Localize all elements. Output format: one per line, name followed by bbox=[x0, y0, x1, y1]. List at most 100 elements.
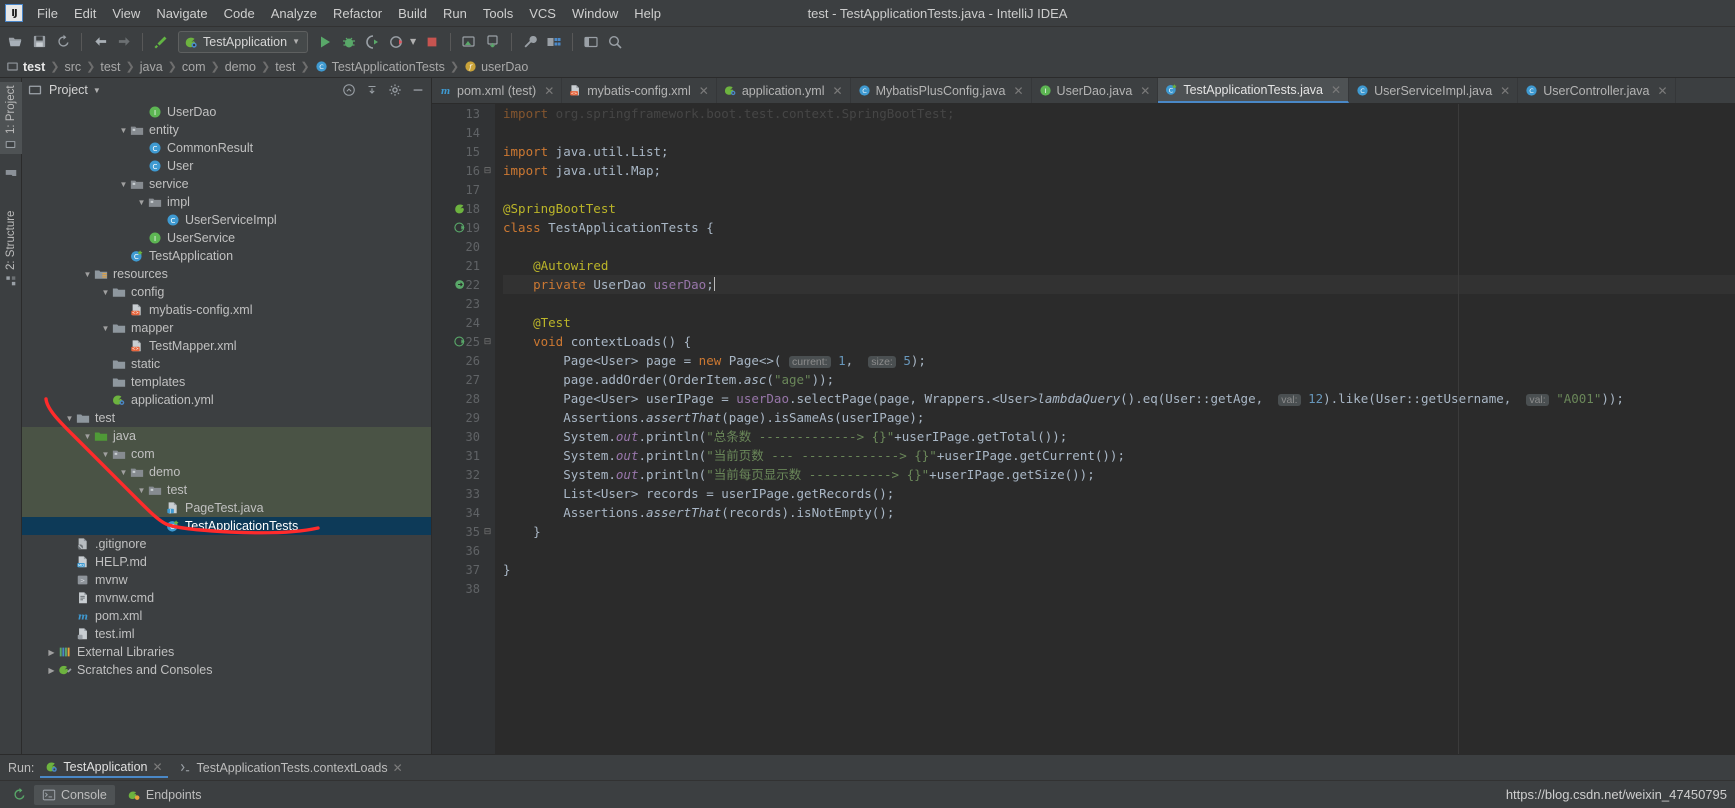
spring-leaf-icon[interactable] bbox=[453, 201, 467, 215]
commit-icon[interactable] bbox=[482, 31, 504, 53]
editor-tab-testapplicationtests-java[interactable]: C TestApplicationTests.java ✕ bbox=[1158, 78, 1350, 103]
back-arrow-icon[interactable] bbox=[89, 31, 111, 53]
tree-node-scratches-and-consoles[interactable]: ▶ Scratches and Consoles bbox=[22, 661, 431, 679]
chevron-down-icon[interactable]: ▼ bbox=[136, 485, 147, 496]
build-hammer-icon[interactable] bbox=[150, 31, 172, 53]
layout-icon[interactable] bbox=[580, 31, 602, 53]
chevron-down-icon[interactable]: ▼ bbox=[64, 413, 75, 424]
breadcrumb-item-src[interactable]: src bbox=[64, 60, 81, 74]
breadcrumb-item-userdao[interactable]: f userDao bbox=[464, 60, 528, 74]
chevron-down-icon[interactable]: ▼ bbox=[136, 197, 147, 208]
editor-tab-userserviceimpl-java[interactable]: C UserServiceImpl.java ✕ bbox=[1349, 78, 1519, 103]
tree-node-userservice[interactable]: I UserService bbox=[22, 229, 431, 247]
tree-node-demo[interactable]: ▼ demo bbox=[22, 463, 431, 481]
update-project-icon[interactable] bbox=[458, 31, 480, 53]
close-icon[interactable]: ✕ bbox=[1331, 83, 1341, 97]
tree-node--gitignore[interactable]: .gitignore bbox=[22, 535, 431, 553]
menu-view[interactable]: View bbox=[104, 3, 148, 24]
wrench-settings-icon[interactable] bbox=[519, 31, 541, 53]
gear-icon[interactable] bbox=[386, 81, 404, 99]
tree-node-resources[interactable]: ▼ resources bbox=[22, 265, 431, 283]
profiler-dropdown-icon[interactable]: ▼ bbox=[410, 37, 416, 46]
chevron-down-icon[interactable]: ▼ bbox=[100, 323, 111, 334]
favorites-icon[interactable] bbox=[0, 160, 22, 186]
close-icon[interactable]: ✕ bbox=[833, 84, 843, 98]
breadcrumb-item-test[interactable]: test bbox=[100, 60, 120, 74]
menu-file[interactable]: File bbox=[29, 3, 66, 24]
fold-marker-25[interactable]: ⊟ bbox=[484, 332, 495, 351]
hide-icon[interactable] bbox=[409, 81, 427, 99]
chevron-down-icon[interactable]: ▼ bbox=[118, 125, 129, 136]
run-with-coverage-icon[interactable] bbox=[362, 31, 384, 53]
close-icon[interactable]: ✕ bbox=[1658, 84, 1668, 98]
tree-node-user[interactable]: C User bbox=[22, 157, 431, 175]
sidebar-item-project[interactable]: 1: Project bbox=[0, 82, 22, 154]
run-test-icon[interactable] bbox=[453, 220, 467, 234]
menu-help[interactable]: Help bbox=[626, 3, 669, 24]
close-icon[interactable]: ✕ bbox=[1500, 84, 1510, 98]
collapse-all-icon[interactable] bbox=[340, 81, 358, 99]
editor-tab-userdao-java[interactable]: I UserDao.java ✕ bbox=[1032, 78, 1159, 103]
run-icon[interactable] bbox=[314, 31, 336, 53]
chevron-down-icon[interactable]: ▼ bbox=[82, 431, 93, 442]
tree-node-test-iml[interactable]: test.iml bbox=[22, 625, 431, 643]
breadcrumb-item-demo[interactable]: demo bbox=[225, 60, 256, 74]
tree-node-test[interactable]: ▼ test bbox=[22, 481, 431, 499]
chevron-down-icon[interactable]: ▼ bbox=[292, 37, 300, 46]
tree-node-test[interactable]: ▼ test bbox=[22, 409, 431, 427]
tree-node-templates[interactable]: templates bbox=[22, 373, 431, 391]
code-editor[interactable]: 13 14 15 16 17 18 19 20 21 22 23 24 25 26 27 28 29 30 31 32… bbox=[432, 104, 1735, 754]
project-chevron-down-icon[interactable]: ▼ bbox=[93, 86, 101, 95]
editor-tab-mybatisplusconfig-java[interactable]: C MybatisPlusConfig.java ✕ bbox=[851, 78, 1032, 103]
tree-node-com[interactable]: ▼ com bbox=[22, 445, 431, 463]
fold-column[interactable]: ⊟ ⊟ ⊟ bbox=[484, 104, 495, 754]
breadcrumb-item-java[interactable]: java bbox=[140, 60, 163, 74]
tree-node-testapplicationtests[interactable]: C TestApplicationTests bbox=[22, 517, 431, 535]
fold-marker-35[interactable]: ⊟ bbox=[484, 522, 495, 541]
tree-node-mybatis-config-xml[interactable]: <> mybatis-config.xml bbox=[22, 301, 431, 319]
search-everywhere-icon[interactable] bbox=[604, 31, 626, 53]
tree-node-pagetest-java[interactable]: J PageTest.java bbox=[22, 499, 431, 517]
chevron-down-icon[interactable]: ▼ bbox=[82, 269, 93, 280]
editor-tab-mybatis-config-xml[interactable]: <> mybatis-config.xml ✕ bbox=[562, 78, 717, 103]
menu-code[interactable]: Code bbox=[216, 3, 263, 24]
menu-window[interactable]: Window bbox=[564, 3, 626, 24]
close-icon[interactable]: ✕ bbox=[1013, 84, 1023, 98]
chevron-down-icon[interactable]: ▼ bbox=[118, 179, 129, 190]
profiler-icon[interactable] bbox=[386, 31, 408, 53]
editor-tab-pom-xml-test-[interactable]: m pom.xml (test) ✕ bbox=[432, 78, 563, 103]
editor-tab-application-yml[interactable]: application.yml ✕ bbox=[717, 78, 851, 103]
tree-node-testmapper-xml[interactable]: <> TestMapper.xml bbox=[22, 337, 431, 355]
tree-node-mapper[interactable]: ▼ mapper bbox=[22, 319, 431, 337]
project-structure-icon[interactable] bbox=[543, 31, 565, 53]
tree-node-help-md[interactable]: MD HELP.md bbox=[22, 553, 431, 571]
tree-node-service[interactable]: ▼ service bbox=[22, 175, 431, 193]
sidebar-item-structure[interactable]: 2: Structure bbox=[0, 198, 22, 290]
run-tab-testapplication[interactable]: TestApplication ✕ bbox=[40, 758, 168, 778]
breadcrumb-item-test[interactable]: test bbox=[275, 60, 295, 74]
breadcrumb-item-com[interactable]: com bbox=[182, 60, 206, 74]
endpoints-button[interactable]: Endpoints bbox=[119, 785, 210, 805]
tree-node-commonresult[interactable]: C CommonResult bbox=[22, 139, 431, 157]
open-folder-icon[interactable] bbox=[4, 31, 26, 53]
editor-tab-usercontroller-java[interactable]: C UserController.java ✕ bbox=[1518, 78, 1676, 103]
rerun-icon[interactable] bbox=[8, 787, 30, 802]
close-icon[interactable]: ✕ bbox=[544, 84, 554, 98]
menu-analyze[interactable]: Analyze bbox=[263, 3, 325, 24]
stop-icon[interactable] bbox=[421, 31, 443, 53]
sync-icon[interactable] bbox=[52, 31, 74, 53]
console-button[interactable]: Console bbox=[34, 784, 115, 805]
tree-node-testapplication[interactable]: C TestApplication bbox=[22, 247, 431, 265]
close-icon[interactable]: ✕ bbox=[152, 760, 162, 774]
tree-node-mvnw[interactable]: > mvnw bbox=[22, 571, 431, 589]
chevron-right-icon[interactable]: ▶ bbox=[46, 647, 57, 658]
expand-all-icon[interactable] bbox=[363, 81, 381, 99]
run-tab-contextloads[interactable]: TestApplicationTests.contextLoads ✕ bbox=[174, 759, 408, 777]
menu-run[interactable]: Run bbox=[435, 3, 475, 24]
save-icon[interactable] bbox=[28, 31, 50, 53]
fold-marker-16[interactable]: ⊟ bbox=[484, 161, 495, 180]
close-icon[interactable]: ✕ bbox=[1140, 84, 1150, 98]
tree-node-application-yml[interactable]: application.yml bbox=[22, 391, 431, 409]
menu-navigate[interactable]: Navigate bbox=[148, 3, 215, 24]
tree-node-userdao[interactable]: I UserDao bbox=[22, 103, 431, 121]
